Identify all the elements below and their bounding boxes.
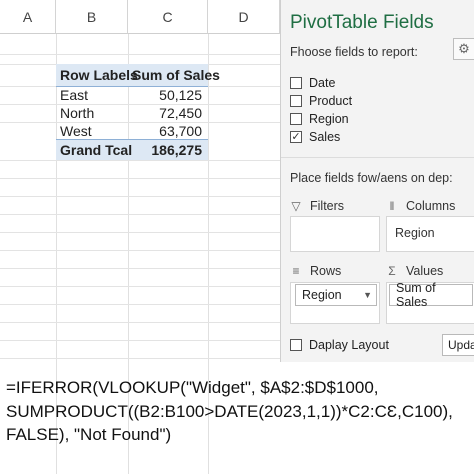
field-label: Region: [309, 112, 349, 126]
rows-icon: ≡: [292, 264, 300, 278]
values-field-label: Sum of Sales: [396, 281, 436, 309]
defer-layout-option[interactable]: Daplay Layout: [290, 338, 389, 352]
field-item-sales[interactable]: ✓ Sales: [290, 128, 340, 146]
gear-icon[interactable]: ⚙: [453, 38, 474, 60]
checkbox-icon[interactable]: [290, 113, 302, 125]
field-label: Product: [309, 94, 353, 108]
drag-areas-title: Place fields fow/aens on dep:: [290, 171, 453, 185]
pivot-row-value[interactable]: 63,700: [132, 122, 202, 141]
pivot-row-value[interactable]: 50,125: [132, 86, 202, 105]
sigma-icon: Σ: [388, 264, 396, 278]
formula-text: =IFERROR(VLOOKUP("Widget", $A$2:$D$1000,…: [6, 376, 474, 447]
field-item-region[interactable]: Region: [290, 110, 349, 128]
field-list: Date Product Region ✓ Sales: [290, 62, 466, 154]
checkbox-icon[interactable]: [290, 339, 302, 351]
column-header-c[interactable]: C: [128, 0, 208, 34]
formula-line: SUMPRODUCT((B2:B100>DATE(2023,1,1))*C2:C…: [6, 401, 453, 421]
values-area-header: Σ Values: [386, 264, 443, 278]
columns-area-header: ‖ Columns: [386, 199, 456, 213]
chevron-down-icon[interactable]: ▼: [363, 290, 372, 300]
filters-label: Filters: [310, 199, 345, 213]
field-label: Date: [309, 76, 336, 90]
field-label: Sales: [309, 130, 341, 144]
values-field-sum-of-sales[interactable]: Sum of Sales: [389, 281, 473, 309]
pivot-row-value[interactable]: 72,450: [132, 104, 202, 123]
pane-title: PivotTable Fields: [290, 12, 434, 33]
formula-line: FALSE), "Not Found"): [6, 425, 172, 444]
defer-layout-label: Daplay Layout: [309, 338, 389, 352]
columns-drop-zone[interactable]: Region: [386, 216, 474, 252]
columns-field-region[interactable]: Region: [395, 226, 435, 240]
pivot-row-label[interactable]: North: [60, 104, 94, 123]
column-header-b[interactable]: B: [56, 0, 128, 34]
pivot-row-label[interactable]: West: [60, 122, 92, 141]
formula-line: =IFERROR(VLOOKUP("Widget", $A$2:$D$1000,: [6, 378, 379, 397]
rows-area-header: ≡ Rows: [290, 264, 341, 278]
field-item-date[interactable]: Date: [290, 74, 335, 92]
values-label: Values: [406, 264, 444, 278]
pane-subtitle: Fhoose fields to report:: [290, 45, 418, 59]
column-header-a[interactable]: A: [0, 0, 56, 34]
checkbox-icon[interactable]: [290, 95, 302, 107]
filters-drop-zone[interactable]: [290, 216, 380, 252]
pivot-grand-total-label[interactable]: Grand Tcal: [60, 141, 132, 160]
pivottable-fields-pane: PivotTable Fields Fhoose fields to repor…: [280, 0, 474, 362]
divider: [281, 157, 474, 158]
pivot-row-labels-header[interactable]: Row Labels: [60, 66, 138, 85]
filters-area-header: ▽ Filters: [290, 199, 344, 213]
field-item-product[interactable]: Product: [290, 92, 352, 110]
rows-field-region[interactable]: Region ▼: [295, 284, 377, 306]
filter-icon: ▽: [291, 199, 301, 213]
checkbox-icon[interactable]: [290, 77, 302, 89]
update-button[interactable]: Upda: [442, 334, 474, 356]
rows-field-label: Region: [302, 288, 342, 302]
rows-label: Rows: [310, 264, 342, 278]
pivot-grand-total-value[interactable]: 186,275: [132, 141, 202, 160]
column-header-d[interactable]: D: [208, 0, 280, 34]
pivot-sum-of-sales-header[interactable]: Sum of Sales: [132, 66, 220, 85]
columns-icon: ‖: [389, 199, 395, 213]
pivot-row-label[interactable]: East: [60, 86, 88, 105]
columns-label: Columns: [406, 199, 456, 213]
checkmark-icon[interactable]: ✓: [290, 131, 302, 143]
